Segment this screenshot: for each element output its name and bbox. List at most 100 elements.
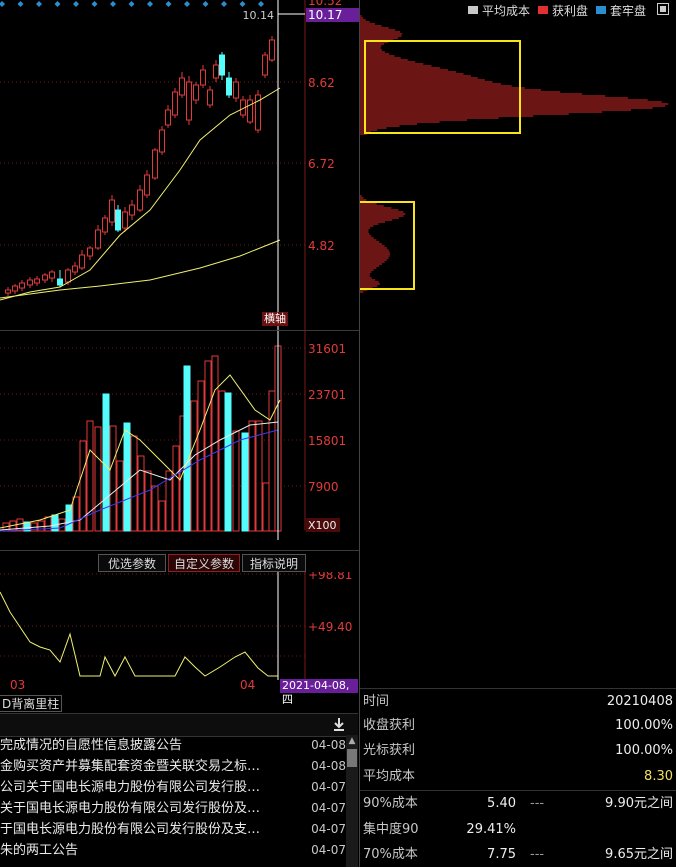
info-divider	[360, 688, 676, 689]
download-icon[interactable]	[332, 716, 346, 732]
current-price-tag: 10.17	[306, 8, 360, 22]
price-axis-label: 8.62	[308, 76, 335, 90]
candle-up	[79, 254, 85, 269]
signal-marker	[0, 1, 5, 7]
news-title[interactable]: 金购买资产并募集配套资金暨关联交易之标…	[0, 756, 296, 777]
candle-up	[34, 278, 40, 284]
chart-tag: 横轴	[262, 312, 288, 326]
volume-bar-up	[190, 400, 198, 532]
info-time: 时间 20210408	[363, 694, 673, 709]
candle-up	[65, 269, 71, 283]
volume-bar-up	[218, 390, 226, 532]
candle-up	[247, 99, 253, 123]
signal-marker	[17, 1, 24, 7]
news-date: 04-08	[311, 738, 346, 752]
news-date: 04-07	[311, 822, 346, 836]
highlight-box-upper	[364, 40, 521, 134]
candle-up	[165, 109, 171, 126]
news-date: 04-08	[311, 759, 346, 773]
candle-up	[102, 217, 108, 233]
news-item[interactable]: 完成情况的自愿性信息披露公告 04-08	[0, 735, 346, 756]
news-title[interactable]: 公司关于国电长源电力股份有限公司发行股…	[0, 777, 296, 798]
signal-marker	[239, 1, 246, 7]
indicator-chart[interactable]: +98.81 +49.40	[0, 572, 360, 680]
volume-bar-down	[102, 393, 110, 532]
chip-distribution[interactable]	[360, 14, 676, 314]
info-concentration-90: 集中度90 29.41%	[363, 822, 516, 837]
price-axis-label: 10.52	[308, 0, 342, 8]
candlestick-chart[interactable]: 10.52 8.62 6.72 4.82	[0, 0, 360, 330]
candle-up	[213, 64, 219, 79]
volume-bar-up	[109, 425, 117, 532]
price-axis-label: 6.72	[308, 157, 335, 171]
candle-up	[159, 129, 165, 153]
news-date: 04-07	[311, 801, 346, 815]
scroll-thumb[interactable]	[347, 749, 357, 767]
signal-marker	[258, 1, 264, 7]
scroll-up-icon[interactable]: ▲	[346, 735, 358, 747]
candle-up	[5, 289, 11, 294]
volume-bar-up	[130, 435, 138, 532]
volume-bar-down	[65, 504, 73, 532]
price-axis-label: 4.82	[308, 239, 335, 253]
candle-down	[57, 278, 63, 286]
news-date: 04-07	[311, 843, 346, 857]
candle-up	[27, 279, 33, 286]
candle-up	[193, 84, 199, 101]
news-date: 04-07	[311, 780, 346, 794]
volume-bar-up	[262, 482, 270, 532]
news-item[interactable]: 朱的两工公告 04-07	[0, 840, 346, 861]
news-scrollbar[interactable]: ▲	[346, 735, 358, 867]
news-title[interactable]: 完成情况的自愿性信息披露公告	[0, 735, 296, 756]
volume-unit-label: X100	[308, 519, 337, 532]
signal-marker	[91, 1, 98, 7]
candle-up	[95, 229, 101, 249]
volume-axis-label: 23701	[308, 388, 346, 402]
indicator-axis-label: +98.81	[308, 572, 352, 582]
news-item[interactable]: 关于国电长源电力股份有限公司发行股份及… 04-07	[0, 798, 346, 819]
news-title[interactable]: 关于国电长源电力股份有限公司发行股份及…	[0, 798, 296, 819]
candle-up	[207, 89, 213, 106]
volume-bar-up	[151, 485, 159, 532]
candle-up	[179, 77, 185, 96]
candle-up	[269, 39, 275, 61]
candle-up	[144, 174, 150, 196]
tab-preferred-params[interactable]: 优选参数	[98, 554, 166, 572]
tab-custom-params[interactable]: 自定义参数	[168, 554, 240, 572]
news-list: 完成情况的自愿性信息披露公告 04-08 金购买资产并募集配套资金暨关联交易之标… 0…	[0, 734, 346, 867]
candle-down	[115, 209, 121, 231]
signal-marker	[165, 1, 172, 7]
news-item[interactable]: 于国电长源电力股份有限公司发行股份及支… 04-07	[0, 819, 346, 840]
chart-divider-1	[0, 330, 359, 331]
candle-up	[262, 54, 268, 76]
info-divider-2	[360, 790, 676, 791]
news-title[interactable]: 于国电长源电力股份有限公司发行股份及支…	[0, 819, 296, 840]
volume-bar-up	[58, 518, 66, 532]
volume-bar-up	[16, 518, 24, 532]
news-title[interactable]: 朱的两工公告	[0, 840, 296, 861]
time-label-04: 04	[240, 678, 256, 692]
legend-swatch	[538, 6, 548, 14]
info-cost-90: 90%成本 5.40 --- 9.90元之间	[363, 796, 673, 811]
news-item[interactable]: 金购买资产并募集配套资金暨关联交易之标… 04-08	[0, 756, 346, 777]
news-tab[interactable]: D背离里柱	[0, 695, 62, 712]
volume-bar-down	[241, 432, 249, 532]
signal-marker	[147, 1, 153, 7]
volume-bar-up	[72, 496, 80, 532]
tab-indicator-help[interactable]: 指标说明	[242, 554, 306, 572]
volume-bar-down	[123, 422, 131, 532]
volume-bar-up	[94, 426, 102, 532]
volume-bar-up	[158, 500, 166, 532]
signal-marker	[128, 1, 135, 7]
legend-swatch	[468, 6, 478, 14]
signal-marker	[73, 1, 79, 7]
candle-up	[72, 265, 78, 273]
volume-chart[interactable]: 31601 23701 15801 7900 X100	[0, 330, 360, 540]
ma-slow-line	[0, 239, 281, 299]
news-item[interactable]: 公司关于国电长源电力股份有限公司发行股… 04-07	[0, 777, 346, 798]
candle-up	[137, 189, 143, 211]
candle-up	[87, 247, 93, 257]
volume-bar-up	[144, 470, 152, 532]
volume-bar-up	[197, 380, 205, 532]
time-label-03: 03	[10, 678, 26, 692]
